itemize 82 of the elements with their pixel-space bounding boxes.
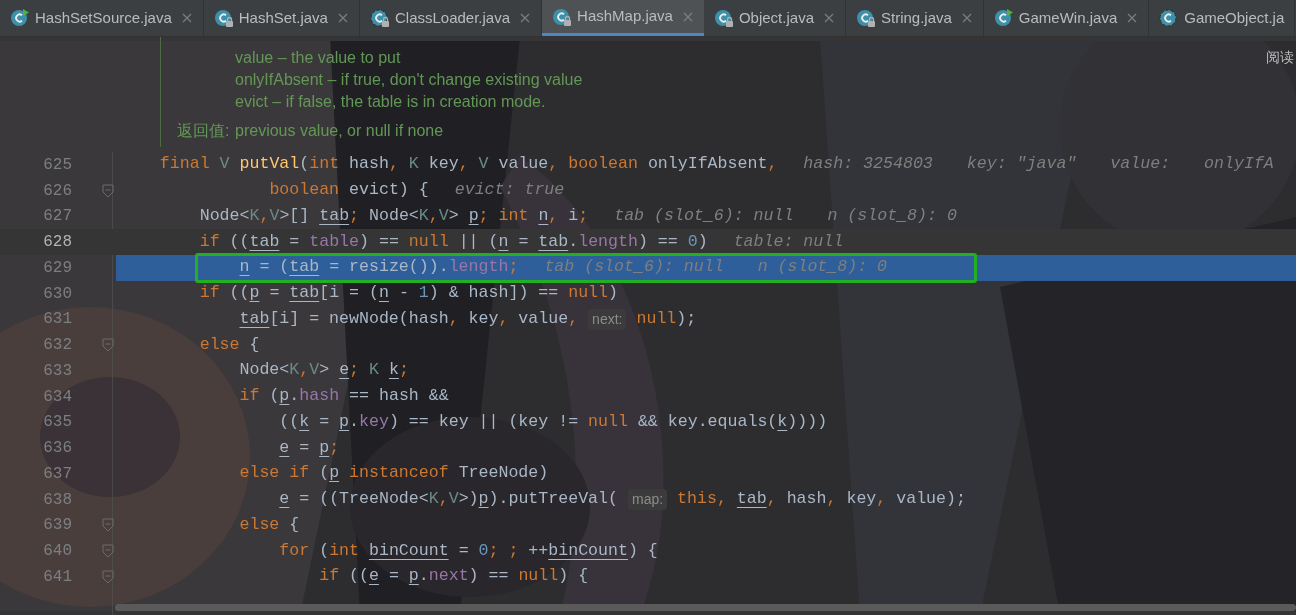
debug-value: tab (slot_6): null [544, 256, 724, 279]
code-text: if ((e = p.next) == null) { [318, 565, 589, 588]
debug-value: n (slot_8): 0 [757, 256, 888, 279]
code-text: null); [636, 307, 697, 330]
debug-value: hash: 3254803 [803, 153, 933, 176]
class-icon [856, 8, 876, 28]
line-number: 633 [42, 360, 72, 382]
line-number: 629 [42, 257, 72, 279]
debug-value: n (slot_8): 0 [827, 204, 957, 227]
code-text: boolean evict) { [268, 179, 429, 202]
debug-value: onlyIfA [1204, 153, 1274, 176]
line-number: 631 [42, 309, 72, 331]
parameter-hint: next: [588, 308, 627, 330]
close-icon[interactable] [519, 12, 532, 24]
editor-tab[interactable]: HashSet.java [203, 0, 360, 36]
class-icon [10, 8, 30, 28]
editor-tab[interactable]: String.java [846, 0, 984, 36]
line-number: 632 [42, 335, 72, 357]
close-icon[interactable] [681, 10, 694, 23]
code-text: if (p.hash == hash && [238, 385, 449, 408]
code-text: Node<K,V>[] tab; Node<K,V> p; int n, i; [198, 204, 589, 227]
debug-value: key: "java" [966, 153, 1077, 176]
reader-mode-link[interactable]: 阅读 [1266, 47, 1294, 68]
code-text: for (int binCount = 0; ; ++binCount) { [278, 539, 658, 562]
class-icon [1159, 8, 1180, 28]
line-number: 640 [42, 541, 72, 563]
parameter-hint: map: [627, 489, 668, 511]
doc-text: onlyIfAbsent – if true, don't change existing value [235, 70, 583, 90]
fold-icon[interactable] [102, 183, 114, 198]
code-text: if ((p = tab[i = (n - 1) & hash]) == null) [198, 282, 618, 305]
fold-icon[interactable] [102, 544, 114, 559]
code-text: e = p; [278, 436, 340, 459]
code-text: n = (tab = resize()).length; [238, 256, 519, 279]
code-text: final V putVal(int hash, K key, V value, boolean onlyIfAbsent, [158, 153, 778, 176]
debug-value: value: [1110, 153, 1171, 176]
line-number: 636 [42, 438, 72, 460]
line-number: 639 [42, 515, 72, 537]
line-number: 635 [42, 412, 72, 434]
line-number: 628 [42, 232, 72, 254]
debug-value: evict: true [454, 179, 565, 202]
class-icon [993, 8, 1014, 28]
editor-tab[interactable]: HashSetSource.java [0, 0, 204, 36]
doc-label: 返回值: [177, 121, 231, 141]
close-icon[interactable] [180, 12, 193, 24]
close-icon[interactable] [336, 12, 349, 24]
code-text: ((k = p.key) == key || (key != null && key.equals(k)))) [278, 410, 828, 433]
code-text: this, tab, hash, key, value); [677, 488, 966, 511]
line-number: 641 [42, 566, 72, 588]
close-icon[interactable] [1126, 12, 1139, 24]
line-number: 638 [42, 489, 72, 511]
line-number: 634 [42, 386, 72, 408]
debug-value: tab (slot_6): null [614, 204, 794, 227]
code-text: if ((tab = table) == null || (n = tab.length) == 0) [198, 230, 708, 253]
line-number: 626 [42, 180, 72, 202]
scrollbar[interactable] [115, 604, 1296, 611]
editor-tab[interactable]: GameObject.ja [1149, 0, 1296, 36]
class-icon [552, 6, 573, 27]
close-icon[interactable] [823, 12, 835, 24]
code-text: e = ((TreeNode<K,V>)p).putTreeVal( [278, 488, 618, 511]
code-text: else if (p instanceof TreeNode) [238, 462, 549, 485]
class-icon [713, 8, 734, 28]
debug-value: table: null [733, 230, 844, 253]
line-number: 637 [42, 463, 72, 485]
doc-text: previous value, or null if none [235, 121, 444, 141]
doc-text: value – the value to put [235, 48, 402, 68]
class-icon [369, 8, 390, 28]
line-number: 625 [42, 154, 72, 176]
code-text: else { [238, 513, 300, 536]
fold-icon[interactable] [102, 569, 114, 584]
line-number: 630 [42, 283, 72, 305]
fold-icon[interactable] [102, 338, 114, 353]
editor-tab[interactable]: GameWin.java [983, 0, 1150, 36]
class-icon [213, 8, 234, 28]
code-text: else { [198, 333, 260, 356]
code-text: Node<K,V> e; K k; [238, 359, 409, 382]
editor-tab[interactable]: Object.java [703, 0, 846, 36]
close-icon[interactable] [960, 12, 973, 24]
code-text: tab[i] = newNode(hash, key, value, [238, 307, 579, 330]
editor-tab[interactable]: HashMap.java [542, 0, 704, 36]
line-number: 627 [42, 206, 72, 228]
fold-icon[interactable] [102, 518, 114, 533]
doc-text: evict – if false, the table is in creation mode. [235, 92, 547, 112]
